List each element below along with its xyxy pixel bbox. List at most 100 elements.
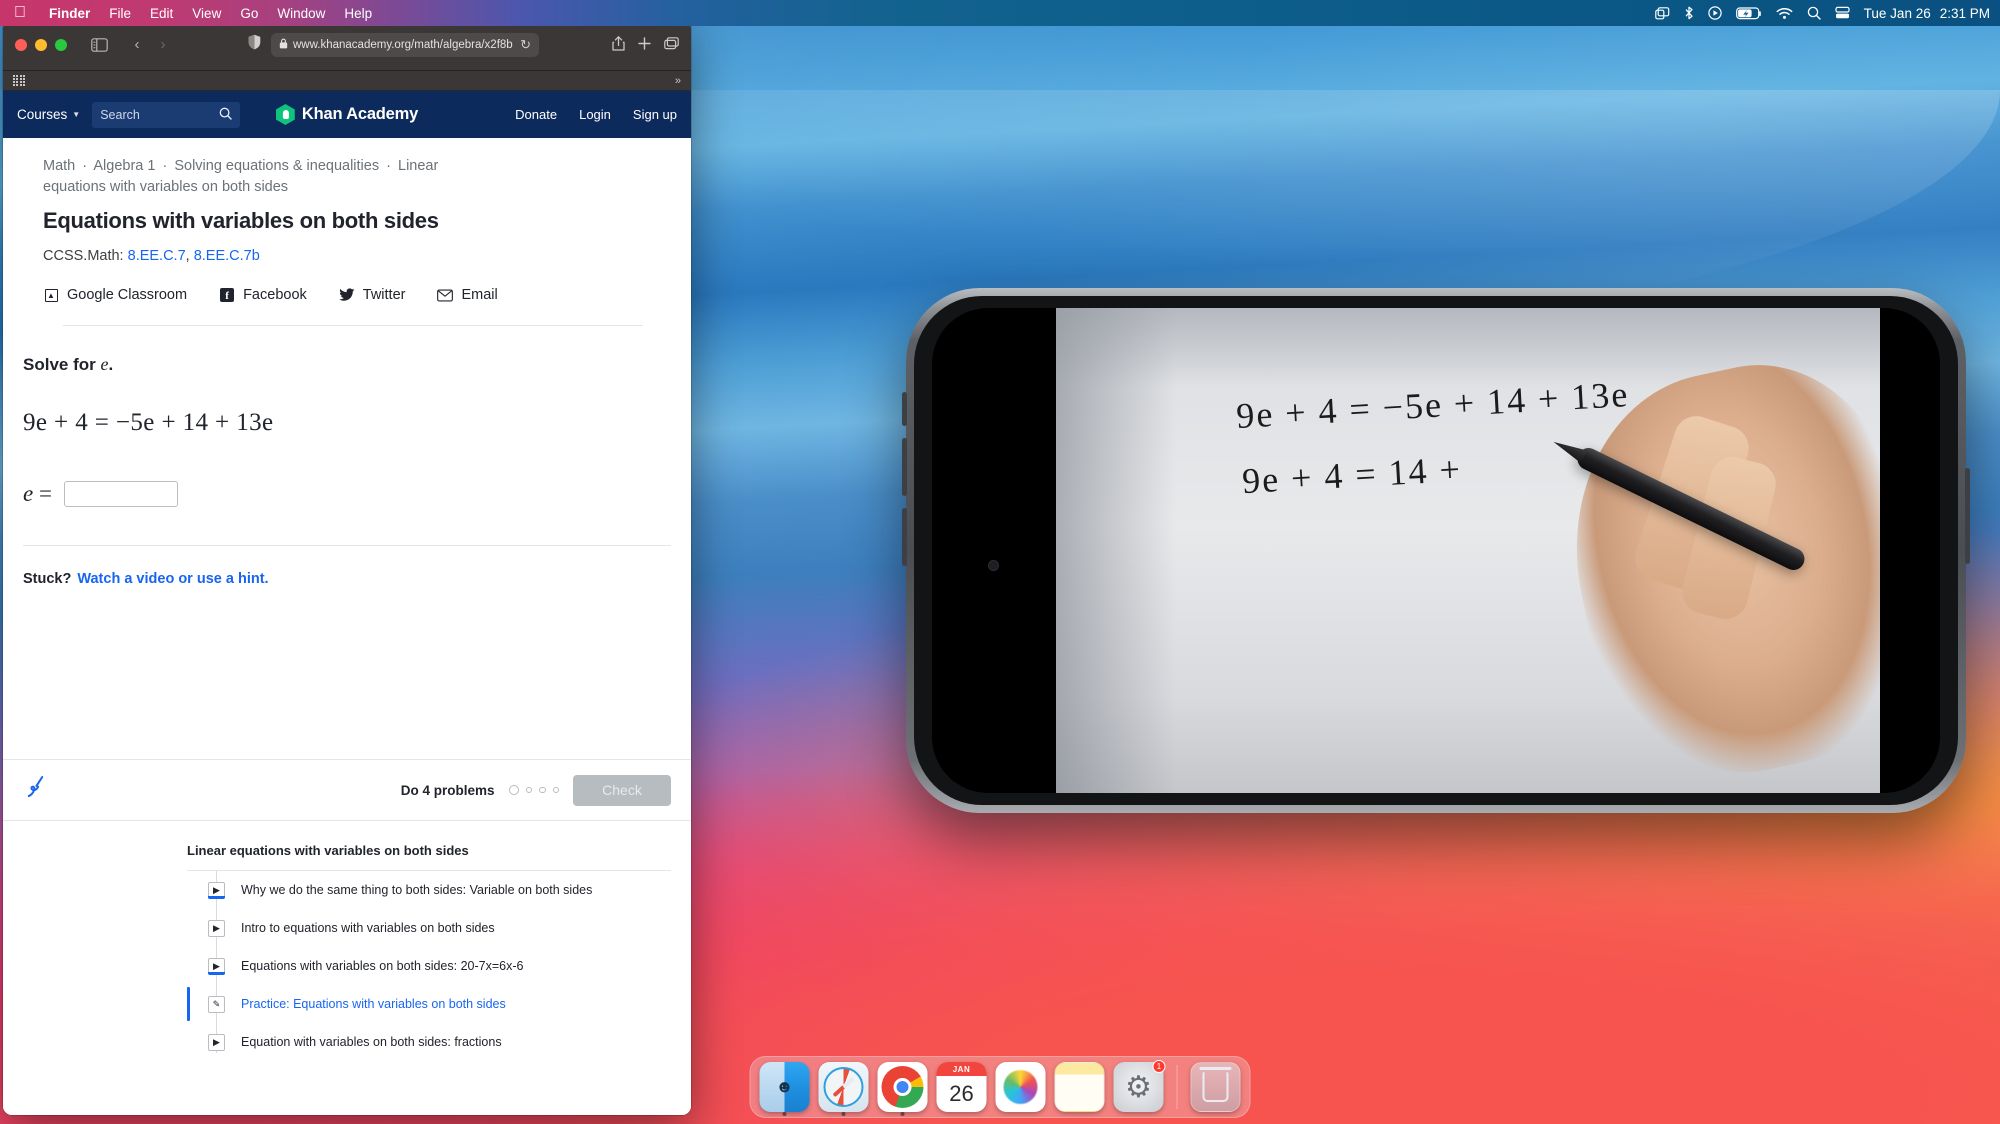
share-google-classroom-button[interactable]: ▲ Google Classroom [43,287,187,303]
exercise-card: Solve for e. 9e + 4 = −5e + 14 + 13e e =… [3,354,691,587]
forward-chevron-icon[interactable]: › [151,34,175,56]
ccss-link-1[interactable]: 8.EE.C.7 [128,248,186,264]
phone-volume-up-button[interactable] [902,438,907,496]
list-item-active-practice[interactable]: ✎ Practice: Equations with variables on … [187,985,671,1023]
breadcrumb-item-solving-equations[interactable]: Solving equations & inequalities [174,158,379,174]
breadcrumb-item-math[interactable]: Math [43,158,75,174]
dock-item-notes[interactable] [1054,1062,1105,1112]
chrome-icon [881,1066,924,1108]
update-badge: 1 [1152,1060,1166,1073]
twitter-icon [338,287,355,303]
list-item-label: Intro to equations with variables on bot… [241,921,495,935]
ccss-link-2[interactable]: 8.EE.C.7b [194,248,260,264]
bookmarks-grid-icon[interactable] [13,74,25,87]
safari-browser-window: ‹ › www.khanacademy.org/math/algebra/x2f… [3,19,691,1115]
phone-body: 9e + 4 = −5e + 14 + 13e 9e + 4 = 14 + [902,288,1970,813]
dock-item-chrome[interactable] [877,1062,928,1116]
minimize-window-button[interactable] [35,38,47,51]
signup-link[interactable]: Sign up [633,107,677,122]
progress-dot-4 [552,786,559,794]
screen-mirroring-icon[interactable] [1654,6,1670,20]
search-icon[interactable] [1807,6,1821,20]
close-window-button[interactable] [15,38,27,51]
list-item[interactable]: ▶ Equations with variables on both sides… [187,947,671,985]
check-button[interactable]: Check [573,774,671,806]
share-facebook-label: Facebook [243,287,307,304]
whiteboard-video[interactable]: 9e + 4 = −5e + 14 + 13e 9e + 4 = 14 + [1056,308,1880,793]
address-bar[interactable]: www.khanacademy.org/math/algebra/x2f8bb1… [271,32,539,57]
overflow-chevron-icon[interactable]: » [675,75,681,87]
dock-item-calendar[interactable]: JAN 26 [936,1062,987,1112]
menu-item-go[interactable]: Go [240,6,258,21]
video-play-icon: ▶ [208,881,225,899]
menubar-date[interactable]: Tue Jan 26 [1864,6,1931,21]
phone-mute-switch[interactable] [902,392,907,426]
list-item-label: Equation with variables on both sides: f… [241,1035,502,1049]
menu-item-edit[interactable]: Edit [150,6,173,21]
dock-item-safari[interactable] [818,1062,869,1116]
problem-progress-label: Do 4 problems [400,782,495,798]
phone-power-button[interactable] [1965,468,1970,564]
answer-input[interactable] [63,481,178,508]
gear-icon: ⚙ [1125,1070,1152,1104]
menu-item-file[interactable]: File [109,6,131,21]
menu-item-view[interactable]: View [192,6,221,21]
dock-item-trash[interactable] [1190,1062,1241,1112]
search-placeholder: Search [100,107,140,122]
handwriting-line-2: 9e + 4 = 14 + [1241,448,1463,502]
lock-icon [279,38,288,52]
share-icon[interactable] [612,35,625,54]
list-item[interactable]: ▶ Why we do the same thing to both sides… [187,871,671,909]
finder-face-icon: ☻ [775,1077,794,1096]
google-classroom-icon: ▲ [43,287,59,303]
new-tab-icon[interactable] [638,36,651,53]
dock-item-photos[interactable] [995,1062,1046,1112]
answer-label-variable: e [23,481,34,507]
privacy-shield-icon[interactable] [248,34,261,55]
share-twitter-label: Twitter [362,287,406,304]
khan-academy-logo[interactable]: Khan Academy [275,104,419,125]
wifi-icon[interactable] [1776,7,1793,20]
share-email-button[interactable]: Email [437,287,498,304]
divider-2 [23,545,671,547]
back-chevron-icon[interactable]: ‹ [125,34,149,56]
sidebar-toggle-icon[interactable] [87,34,111,56]
phone-volume-down-button[interactable] [902,508,907,566]
menu-item-finder[interactable]: Finder [49,6,90,21]
list-item[interactable]: ▶ Equation with variables on both sides:… [187,1023,671,1061]
video-play-icon: ▶ [208,919,225,937]
exercise-pencil-icon[interactable] [21,772,51,807]
khan-academy-brand-text: Khan Academy [301,105,419,123]
exercise-prompt-text: Solve for [23,355,96,375]
menubar-time[interactable]: 2:31 PM [1940,6,1990,21]
breadcrumb-item-algebra1[interactable]: Algebra 1 [93,158,155,174]
siri-icon[interactable] [1835,6,1850,20]
search-input[interactable]: Search [92,101,241,128]
show-tabs-icon[interactable] [664,36,679,53]
dock-divider [1176,1065,1178,1109]
email-icon [437,287,454,303]
donate-link[interactable]: Donate [515,107,557,122]
facebook-icon: f [219,287,235,303]
courses-menu-button[interactable]: Courses ▼ [17,107,80,122]
share-email-label: Email [461,287,498,304]
dock-item-finder[interactable]: ☻ [759,1062,810,1116]
dock-item-system-preferences[interactable]: ⚙ 1 [1113,1060,1166,1112]
safari-bookmarks-bar: » [3,71,691,91]
login-link[interactable]: Login [579,107,611,122]
menu-item-window[interactable]: Window [277,6,325,21]
list-item-label: Practice: Equations with variables on bo… [241,997,506,1011]
stuck-hint-link[interactable]: Watch a video or use a hint. [77,571,268,587]
control-center-icon[interactable] [1707,6,1722,20]
phone-screen[interactable]: 9e + 4 = −5e + 14 + 13e 9e + 4 = 14 + [932,308,1940,793]
menu-item-help[interactable]: Help [344,6,372,21]
apple-logo-icon[interactable]:  [10,5,30,21]
battery-charging-icon[interactable] [1735,6,1762,20]
reload-icon[interactable]: ↻ [520,37,531,53]
share-twitter-button[interactable]: Twitter [338,287,406,304]
share-facebook-button[interactable]: f Facebook [219,287,307,303]
maximize-window-button[interactable] [55,38,67,51]
answer-label: e = [23,481,52,507]
list-item[interactable]: ▶ Intro to equations with variables on b… [187,909,671,947]
bluetooth-icon[interactable] [1684,6,1694,20]
